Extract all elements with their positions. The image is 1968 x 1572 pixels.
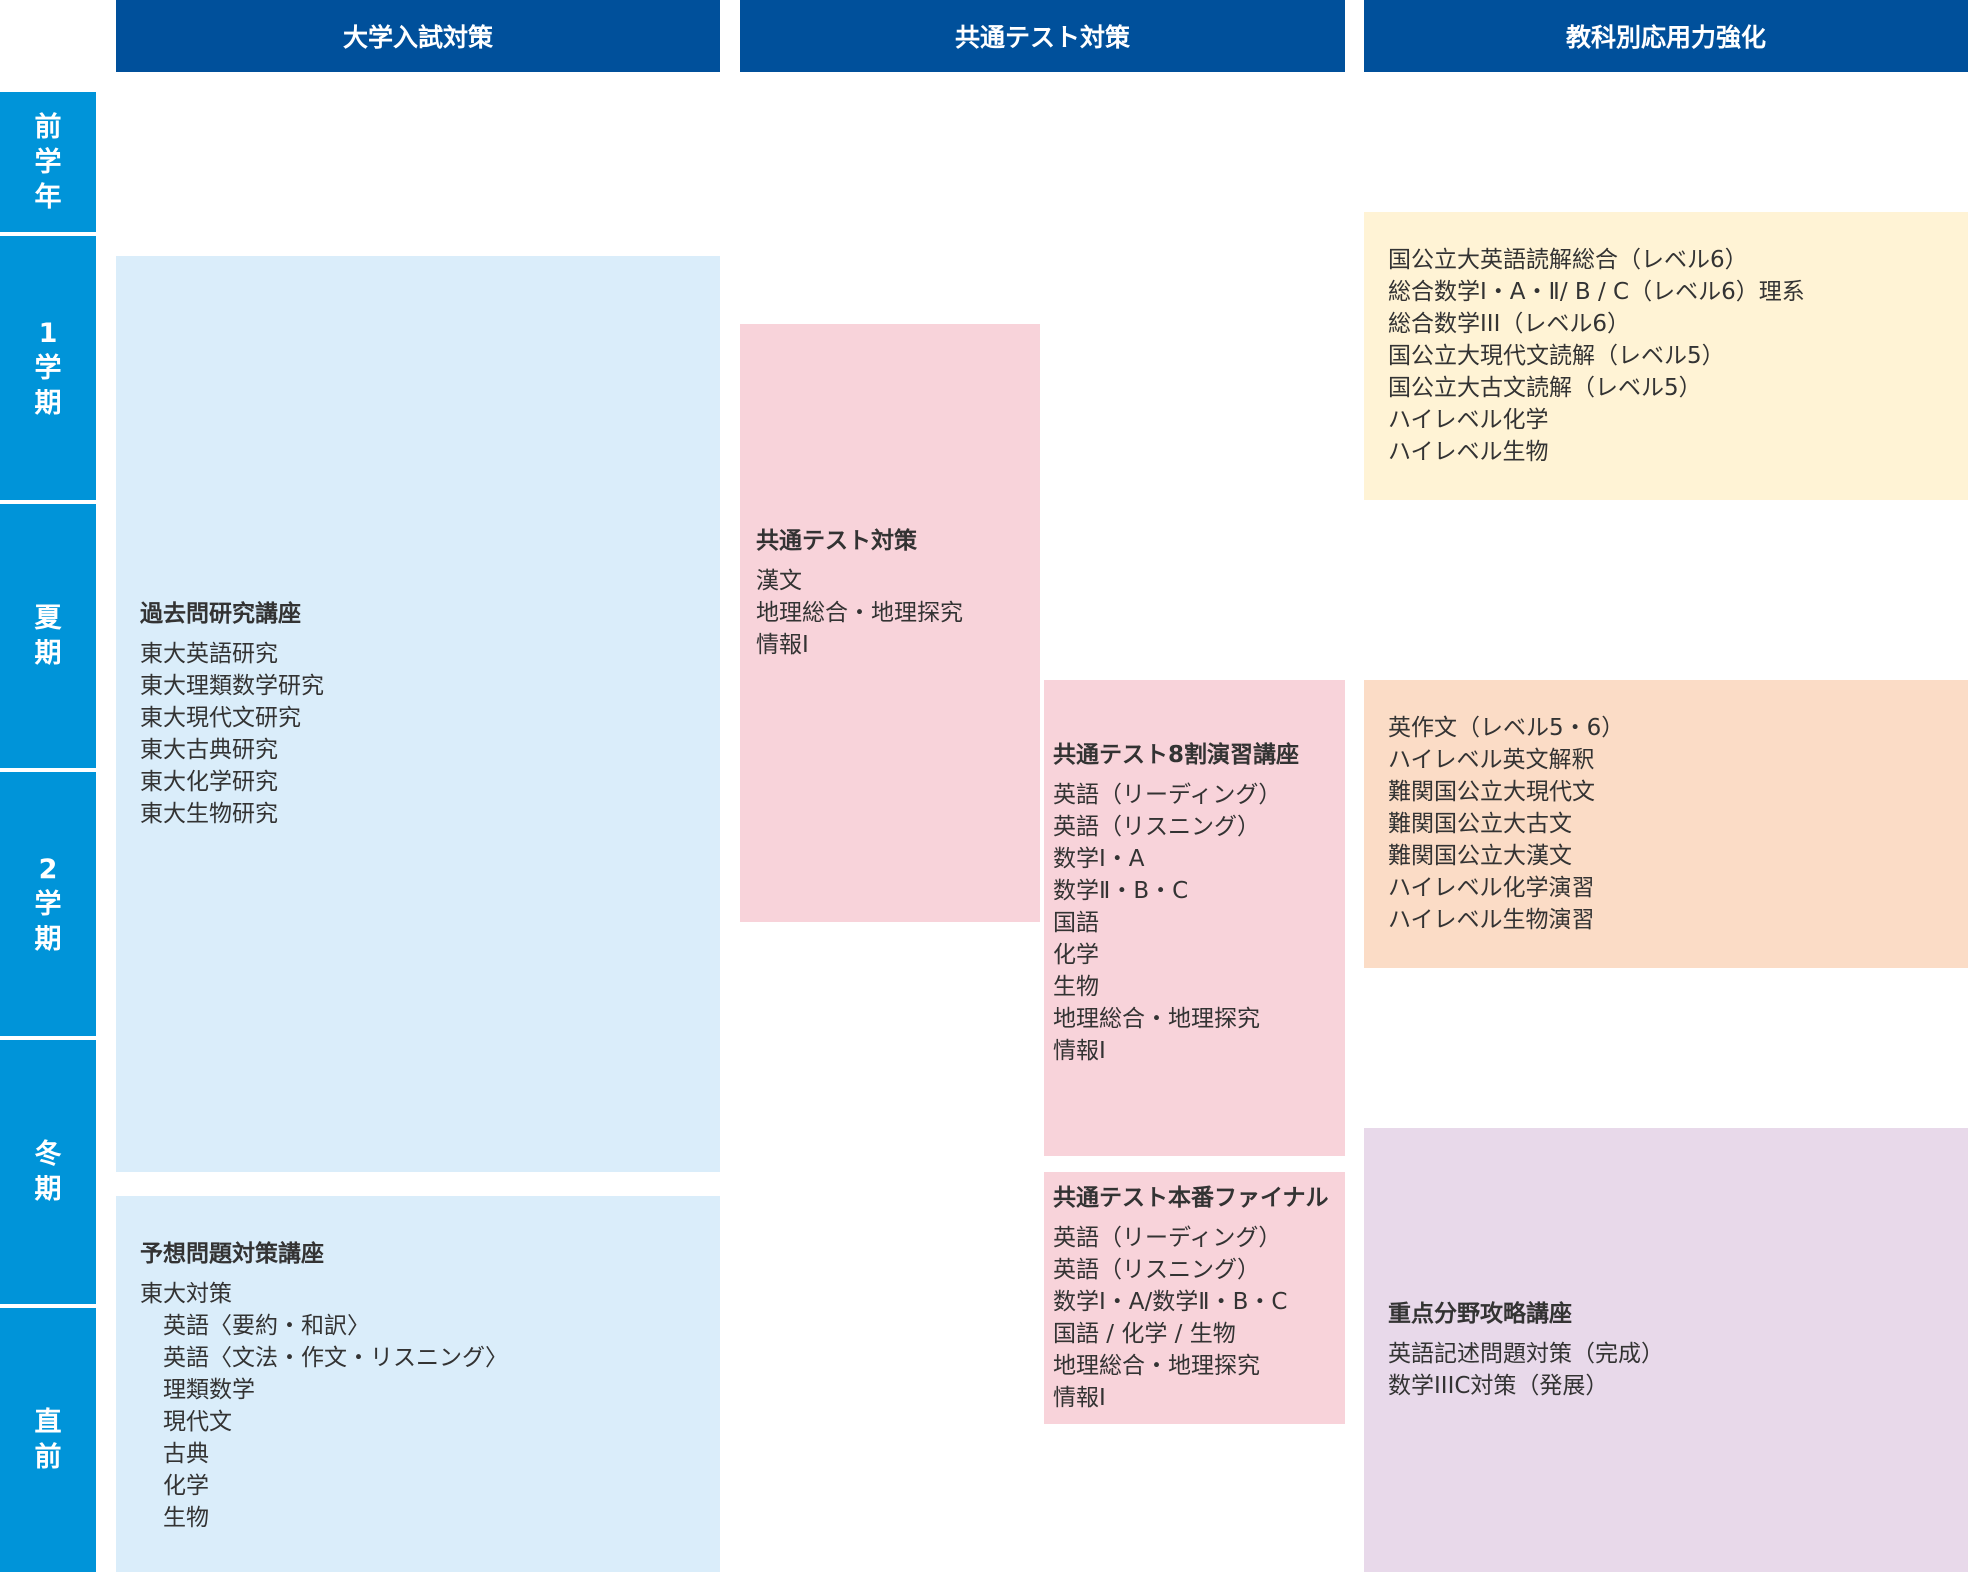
course-item: 東大古典研究 bbox=[140, 737, 278, 763]
course-item: ハイレベル化学 bbox=[1388, 407, 1549, 433]
block-title: 予想問題対策講座 bbox=[140, 1241, 324, 1267]
course-item: 英語〈要約・和訳〉 bbox=[140, 1313, 370, 1339]
course-item: 東大生物研究 bbox=[140, 801, 278, 827]
course-item: 情報Ⅰ bbox=[1053, 1038, 1106, 1064]
course-item: 英作文（レベル5・6） bbox=[1388, 715, 1625, 741]
course-item: 英語記述問題対策（完成） bbox=[1388, 1341, 1664, 1367]
course-item: 情報I bbox=[756, 632, 809, 658]
course-item: ハイレベル生物演習 bbox=[1388, 907, 1595, 933]
block-title: 重点分野攻略講座 bbox=[1388, 1301, 1572, 1327]
course-item: ハイレベル英文解釈 bbox=[1388, 747, 1595, 773]
course-item: 漢文 bbox=[756, 568, 802, 594]
course-block-level-courses: 国公立大英語読解総合（レベル6） 総合数学Ⅰ・A・Ⅱ/ B / C（レベル6）理… bbox=[1364, 212, 1968, 500]
course-item: 英語（リーディング） bbox=[1053, 1225, 1282, 1251]
course-item: 東大英語研究 bbox=[140, 641, 278, 667]
course-item: 英語〈文法・作文・リスニング〉 bbox=[140, 1345, 508, 1371]
course-item: 東大理類数学研究 bbox=[140, 673, 324, 699]
course-item: 難関国公立大古文 bbox=[1388, 811, 1572, 837]
block-title: 共通テスト対策 bbox=[756, 528, 917, 554]
course-item: 英語（リーディング） bbox=[1053, 782, 1282, 808]
course-block-final-exam: 共通テスト本番ファイナル 英語（リーディング） 英語（リスニング） 数学Ⅰ・A/… bbox=[1044, 1172, 1345, 1424]
term-first-semester: 1学期 bbox=[0, 236, 96, 500]
course-item: 数学Ⅰ・A/数学Ⅱ・B・C bbox=[1053, 1289, 1288, 1315]
term-summer: 夏期 bbox=[0, 504, 96, 768]
course-item: 情報Ⅰ bbox=[1053, 1385, 1106, 1411]
course-block-advanced-courses: 英作文（レベル5・6） ハイレベル英文解釈 難関国公立大現代文 難関国公立大古文… bbox=[1364, 680, 1968, 968]
course-item: 化学 bbox=[140, 1473, 209, 1499]
course-item: 難関国公立大現代文 bbox=[1388, 779, 1595, 805]
course-item: 東大現代文研究 bbox=[140, 705, 301, 731]
course-item: 生物 bbox=[140, 1505, 209, 1531]
column-header-university-exam: 大学入試対策 bbox=[116, 0, 720, 72]
course-item: 東大対策 bbox=[140, 1281, 232, 1307]
term-winter: 冬期 bbox=[0, 1040, 96, 1304]
course-item: 地理総合・地理探究 bbox=[756, 600, 963, 626]
course-item: 理類数学 bbox=[140, 1377, 255, 1403]
course-item: 難関国公立大漢文 bbox=[1388, 843, 1572, 869]
column-header-subject-advanced: 教科別応用力強化 bbox=[1364, 0, 1968, 72]
course-item: 総合数学Ⅰ・A・Ⅱ/ B / C（レベル6）理系 bbox=[1388, 279, 1805, 305]
block-title: 共通テスト8割演習講座 bbox=[1053, 742, 1300, 768]
course-item: 総合数学III（レベル6） bbox=[1388, 311, 1630, 337]
course-item: 東大化学研究 bbox=[140, 769, 278, 795]
course-item: 国公立大英語読解総合（レベル6） bbox=[1388, 247, 1748, 273]
course-item: 国語 bbox=[1053, 910, 1099, 936]
course-block-common-test-prep: 共通テスト対策 漢文 地理総合・地理探究 情報I bbox=[740, 324, 1040, 922]
course-block-focus-areas: 重点分野攻略講座 英語記述問題対策（完成） 数学IIIC対策（発展） bbox=[1364, 1128, 1968, 1572]
course-block-past-exam-research: 過去問研究講座 東大英語研究 東大理類数学研究 東大現代文研究 東大古典研究 東… bbox=[116, 256, 720, 1172]
block-title: 過去問研究講座 bbox=[140, 601, 301, 627]
course-item: 現代文 bbox=[140, 1409, 232, 1435]
course-item: 地理総合・地理探究 bbox=[1053, 1353, 1260, 1379]
course-item: 国公立大古文読解（レベル5） bbox=[1388, 375, 1702, 401]
course-item: 古典 bbox=[140, 1441, 209, 1467]
column-header-common-test: 共通テスト対策 bbox=[740, 0, 1345, 72]
term-previous-year: 前学年 bbox=[0, 92, 96, 232]
course-block-80-percent-practice: 共通テスト8割演習講座 英語（リーディング） 英語（リスニング） 数学Ⅰ・A 数… bbox=[1044, 680, 1345, 1156]
course-item: ハイレベル生物 bbox=[1388, 439, 1549, 465]
term-second-semester: 2学期 bbox=[0, 772, 96, 1036]
course-item: 数学Ⅱ・B・C bbox=[1053, 878, 1189, 904]
course-item: 生物 bbox=[1053, 974, 1099, 1000]
course-item: 英語（リスニング） bbox=[1053, 1257, 1260, 1283]
course-item: 数学IIIC対策（発展） bbox=[1388, 1373, 1609, 1399]
block-title: 共通テスト本番ファイナル bbox=[1053, 1185, 1329, 1211]
course-item: ハイレベル化学演習 bbox=[1388, 875, 1595, 901]
course-item: 化学 bbox=[1053, 942, 1099, 968]
course-item: 国公立大現代文読解（レベル5） bbox=[1388, 343, 1725, 369]
course-item: 数学Ⅰ・A bbox=[1053, 846, 1145, 872]
course-item: 地理総合・地理探究 bbox=[1053, 1006, 1260, 1032]
course-block-predicted-questions: 予想問題対策講座 東大対策 英語〈要約・和訳〉 英語〈文法・作文・リスニング〉 … bbox=[116, 1196, 720, 1572]
course-item: 英語（リスニング） bbox=[1053, 814, 1260, 840]
term-final: 直前 bbox=[0, 1308, 96, 1572]
course-item: 国語 / 化学 / 生物 bbox=[1053, 1321, 1236, 1347]
